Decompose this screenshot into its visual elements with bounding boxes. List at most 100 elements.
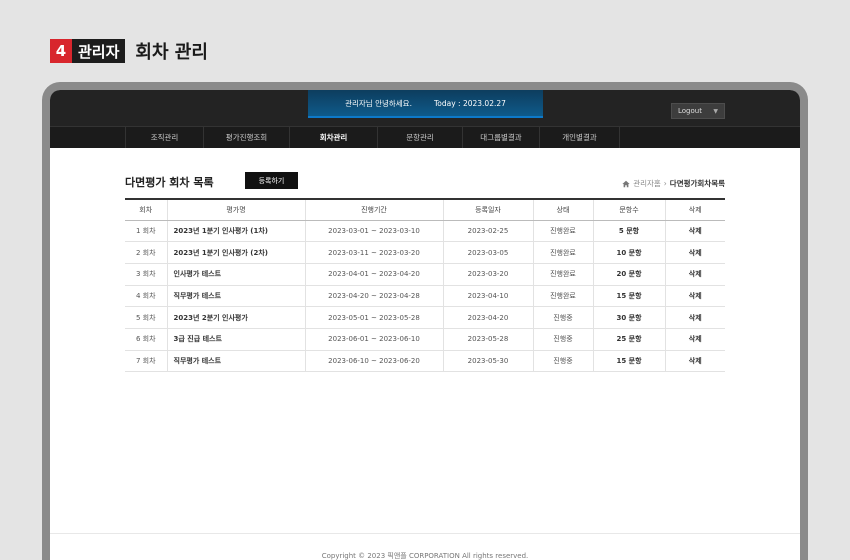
period-cell: 2023-05-01 ~ 2023-05-28 (304, 306, 443, 329)
nav-item-personal-results[interactable]: 개인별결과 (540, 127, 620, 148)
caret-down-icon: ▼ (713, 107, 718, 115)
status-cell: 진행중 (532, 306, 593, 329)
evaluation-name-link[interactable]: 2023년 1분기 인사평가 (1차) (166, 220, 305, 243)
status-cell: 진행완료 (532, 220, 593, 243)
nav-item-label: 회차관리 (319, 133, 348, 142)
section-header: 다면평가 회차 목록 등록하기 관리자홈 › 다면평가회차목록 (125, 172, 725, 192)
today-date: Today : 2023.02.27 (433, 98, 506, 108)
greeting-text: 관리자님 안녕하세요. (345, 98, 412, 108)
period-cell: 2023-03-01 ~ 2023-03-10 (304, 220, 443, 243)
delete-button[interactable]: 삭제 (664, 220, 725, 243)
col-header: 상태 (532, 198, 593, 221)
period-cell: 2023-06-01 ~ 2023-06-10 (304, 328, 443, 351)
welcome-panel: 관리자님 안녕하세요. Today : 2023.02.27 (308, 90, 543, 118)
col-header: 진행기간 (304, 198, 443, 221)
delete-button[interactable]: 삭제 (664, 241, 725, 264)
period-cell: 2023-06-10 ~ 2023-06-20 (304, 350, 443, 373)
step-number: 4 (50, 39, 72, 63)
table-row: 2 회차 2023년 1분기 인사평가 (2차) 2023-03-11 ~ 20… (125, 241, 725, 264)
nav-item-rounds[interactable]: 회차관리 (290, 127, 378, 148)
nav-item-label: 문항관리 (406, 133, 434, 142)
period-cell: 2023-04-20 ~ 2023-04-28 (304, 285, 443, 308)
delete-button[interactable]: 삭제 (664, 263, 725, 286)
question-count-cell: 10 문항 (592, 241, 665, 264)
evaluation-name-link[interactable]: 인사평가 테스트 (166, 263, 305, 286)
registered-date-cell: 2023-03-05 (442, 241, 533, 264)
delete-button[interactable]: 삭제 (664, 350, 725, 373)
question-count-cell: 30 문항 (592, 306, 665, 329)
copyright-text: Copyright © 2023 픽앤플 CORPORATION All rig… (321, 552, 529, 560)
question-count-cell: 5 문항 (592, 220, 665, 243)
delete-button[interactable]: 삭제 (664, 306, 725, 329)
monitor-frame: 관리자님 안녕하세요. Today : 2023.02.27 Logout ▼ … (42, 82, 808, 560)
footer: Copyright © 2023 픽앤플 CORPORATION All rig… (50, 533, 800, 560)
logout-button[interactable]: Logout ▼ (671, 103, 725, 119)
delete-button[interactable]: 삭제 (664, 328, 725, 351)
breadcrumb: 관리자홈 › 다면평가회차목록 (622, 178, 725, 189)
question-count-cell: 15 문항 (592, 350, 665, 373)
evaluation-name-link[interactable]: 2023년 1분기 인사평가 (2차) (166, 241, 305, 264)
rounds-table: 회차 평가명 진행기간 등록일자 상태 문항수 삭제 1 회차 2023년 1분… (125, 198, 725, 373)
registered-date-cell: 2023-04-10 (442, 285, 533, 308)
registered-date-cell: 2023-03-20 (442, 263, 533, 286)
status-cell: 진행완료 (532, 241, 593, 264)
col-header: 등록일자 (442, 198, 533, 221)
step-title: 회차 관리 (135, 42, 208, 63)
status-cell: 진행완료 (532, 285, 593, 308)
nav-item-label: 조직관리 (150, 133, 179, 142)
nav-item-label: 대그룹별결과 (480, 133, 522, 142)
status-cell: 진행중 (532, 328, 593, 351)
nav-item-label: 개인별결과 (562, 133, 597, 142)
top-bar: 관리자님 안녕하세요. Today : 2023.02.27 Logout ▼ (50, 90, 800, 126)
evaluation-name-link[interactable]: 3급 진급 테스트 (166, 328, 305, 351)
breadcrumb-root[interactable]: 관리자홈 (633, 178, 661, 189)
nav-item-progress[interactable]: 평가진행조회 (204, 127, 290, 148)
round-cell: 5 회차 (125, 306, 167, 329)
question-count-cell: 25 문항 (592, 328, 665, 351)
page-title: 다면평가 회차 목록 (125, 176, 214, 189)
table-row: 6 회차 3급 진급 테스트 2023-06-01 ~ 2023-06-10 2… (125, 328, 725, 351)
registered-date-cell: 2023-05-28 (442, 328, 533, 351)
evaluation-name-link[interactable]: 2023년 2분기 인사평가 (166, 306, 305, 329)
admin-screen: 관리자님 안녕하세요. Today : 2023.02.27 Logout ▼ … (50, 90, 800, 560)
round-cell: 3 회차 (125, 263, 167, 286)
period-cell: 2023-04-01 ~ 2023-04-20 (304, 263, 443, 286)
round-cell: 1 회차 (125, 220, 167, 243)
table-row: 3 회차 인사평가 테스트 2023-04-01 ~ 2023-04-20 20… (125, 263, 725, 286)
table-row: 1 회차 2023년 1분기 인사평가 (1차) 2023-03-01 ~ 20… (125, 220, 725, 243)
main-nav: 조직관리 평가진행조회 회차관리 문항관리 대그룹별결과 개인별결과 (50, 126, 800, 148)
home-icon (622, 180, 630, 187)
table-header-row: 회차 평가명 진행기간 등록일자 상태 문항수 삭제 (125, 198, 725, 221)
evaluation-name-link[interactable]: 직무평가 테스트 (166, 350, 305, 373)
status-cell: 진행완료 (532, 263, 593, 286)
register-button[interactable]: 등록하기 (245, 172, 298, 189)
col-header: 삭제 (664, 198, 725, 221)
col-header: 평가명 (166, 198, 305, 221)
content-area: 다면평가 회차 목록 등록하기 관리자홈 › 다면평가회차목록 회차 평가명 진… (50, 148, 800, 560)
nav-item-group-results[interactable]: 대그룹별결과 (463, 127, 540, 148)
registered-date-cell: 2023-04-20 (442, 306, 533, 329)
registered-date-cell: 2023-02-25 (442, 220, 533, 243)
breadcrumb-current: 다면평가회차목록 (669, 179, 725, 188)
round-cell: 6 회차 (125, 328, 167, 351)
table-row: 7 회차 직무평가 테스트 2023-06-10 ~ 2023-06-20 20… (125, 350, 725, 373)
delete-button[interactable]: 삭제 (664, 285, 725, 308)
period-cell: 2023-03-11 ~ 2023-03-20 (304, 241, 443, 264)
round-cell: 2 회차 (125, 241, 167, 264)
step-badge: 관리자 (72, 39, 126, 63)
question-count-cell: 20 문항 (592, 263, 665, 286)
status-cell: 진행중 (532, 350, 593, 373)
registered-date-cell: 2023-05-30 (442, 350, 533, 373)
table-row: 4 회차 직무평가 테스트 2023-04-20 ~ 2023-04-28 20… (125, 285, 725, 308)
logout-label: Logout (678, 107, 702, 115)
nav-item-questions[interactable]: 문항관리 (378, 127, 463, 148)
chevron-right-icon: › (663, 179, 667, 188)
nav-item-label: 평가진행조회 (225, 133, 268, 142)
round-cell: 7 회차 (125, 350, 167, 373)
evaluation-name-link[interactable]: 직무평가 테스트 (166, 285, 305, 308)
table-row: 5 회차 2023년 2분기 인사평가 2023-05-01 ~ 2023-05… (125, 306, 725, 329)
round-cell: 4 회차 (125, 285, 167, 308)
step-label: 4 관리자 회차 관리 (50, 39, 208, 63)
nav-item-org[interactable]: 조직관리 (126, 127, 204, 148)
col-header: 회차 (125, 198, 167, 221)
